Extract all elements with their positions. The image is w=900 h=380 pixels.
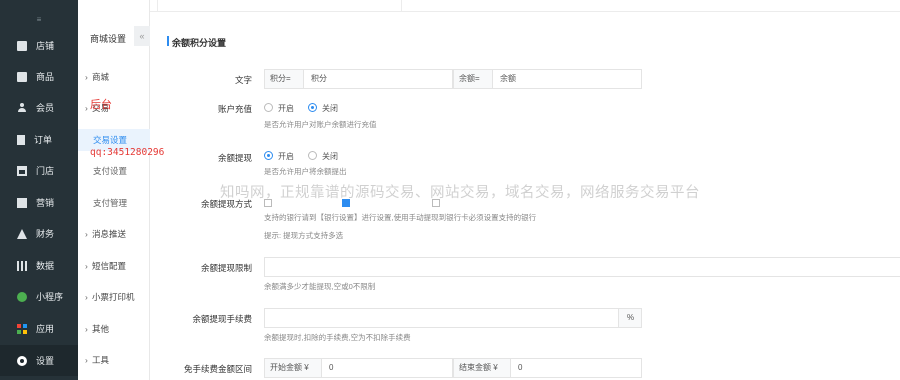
- percent-addon: %: [618, 308, 642, 328]
- withdraw-limit-label: 余额提现限制: [200, 263, 252, 273]
- chart-icon: [17, 260, 27, 271]
- collapse-subnav-button[interactable]: «: [134, 26, 150, 46]
- shop-icon: [17, 165, 27, 176]
- store-icon: [17, 40, 27, 51]
- sidebar-item-label: 订单: [34, 135, 53, 145]
- sidebar-item-label: 应用: [36, 324, 55, 334]
- withdraw-off-text: 关闭: [322, 152, 338, 161]
- sidebar-item-store[interactable]: 店铺: [0, 30, 78, 61]
- finance-icon: [17, 228, 27, 239]
- withdraw-off-radio[interactable]: [308, 151, 317, 160]
- sidebar-item-label: 数据: [36, 261, 55, 271]
- start-amount-addon: 开始金额 ¥: [264, 358, 322, 378]
- order-icon: [17, 134, 25, 145]
- gear-icon: [17, 355, 27, 366]
- end-amount-value: 0: [518, 363, 523, 372]
- end-amount-addon: 结束金额 ¥: [453, 358, 511, 378]
- subnav-group-printer[interactable]: 小票打印机: [78, 286, 150, 308]
- sidebar-item-shop[interactable]: 门店: [0, 155, 78, 186]
- red-overlay-text: 后台: [90, 98, 112, 111]
- sidebar-item-apps[interactable]: 应用: [0, 313, 78, 344]
- subnav-item-payment-settings[interactable]: 支付设置: [78, 160, 150, 182]
- start-amount-input[interactable]: 0: [321, 358, 453, 378]
- subnav-group-push[interactable]: 消息推送: [78, 223, 150, 245]
- sidebar-item-label: 会员: [36, 103, 55, 113]
- recharge-off-text: 关闭: [322, 104, 338, 113]
- top-header: [78, 0, 900, 12]
- member-icon: [17, 102, 27, 113]
- red-overlay-qq: qq:3451280296: [90, 147, 165, 158]
- sidebar-item-finance[interactable]: 财务: [0, 218, 78, 249]
- subnav-group-tools[interactable]: 工具: [78, 349, 150, 371]
- miniapp-icon: [17, 291, 27, 302]
- sidebar-item-order[interactable]: 订单: [0, 124, 78, 155]
- withdraw-help: 是否允许用户将余额提出: [264, 167, 347, 176]
- recharge-on-text: 开启: [278, 104, 294, 113]
- start-amount-value: 0: [329, 363, 334, 372]
- withdraw-limit-input[interactable]: [264, 257, 900, 277]
- end-amount-input[interactable]: 0: [510, 358, 642, 378]
- subnav-title: 商城设置: [90, 34, 127, 44]
- sidebar-item-label: 店铺: [36, 41, 55, 51]
- watermark-text: 知吗网，正规靠谱的源码交易、网站交易，域名交易，网络服务交易平台: [220, 185, 700, 201]
- sidebar-item-marketing[interactable]: 营销: [0, 187, 78, 218]
- sub-navigation: 商城设置 商城 交易 交易设置 支付设置 支付管理 消息推送 短信配置 小票打印…: [78, 0, 150, 380]
- subnav-group-trade[interactable]: 交易: [78, 97, 150, 119]
- subnav-group-mall[interactable]: 商城: [78, 66, 150, 88]
- balance-name-value: 余额: [500, 74, 516, 83]
- goods-icon: [17, 71, 27, 82]
- balance-name-input[interactable]: 余额: [492, 69, 642, 89]
- subnav-item-payment-manage[interactable]: 支付管理: [78, 192, 150, 214]
- withdraw-on-text: 开启: [278, 152, 294, 161]
- sidebar-toggle[interactable]: ≡: [0, 0, 78, 30]
- withdraw-fee-input[interactable]: [264, 308, 619, 328]
- balance-addon: 余额=: [453, 69, 493, 89]
- withdraw-fee-label: 余额提现手续费: [192, 314, 252, 324]
- main-sidebar: ≡ 店铺 商品 会员 订单 门店 营销 财务 数据 小程序 应用 设置: [0, 0, 78, 380]
- withdraw-method-help: 支持的银行请到【银行设置】进行设置,使用手动提现到银行卡必须设置支持的银行: [264, 213, 537, 222]
- withdraw-limit-help: 余额满多少才能提现,空或0不限制: [264, 282, 376, 291]
- withdraw-fee-help: 余额提现时,扣除的手续费,空为不扣除手续费: [264, 333, 411, 342]
- sidebar-item-label: 财务: [36, 229, 55, 239]
- free-range-label: 免手续费金额区间: [183, 364, 252, 374]
- sidebar-item-member[interactable]: 会员: [0, 92, 78, 123]
- sidebar-item-settings[interactable]: 设置: [0, 345, 78, 376]
- withdraw-label: 余额提现: [217, 153, 252, 163]
- sidebar-item-miniapp[interactable]: 小程序: [0, 281, 78, 312]
- recharge-help: 是否允许用户对账户余额进行充值: [264, 120, 377, 129]
- sidebar-item-label: 设置: [36, 356, 55, 366]
- sidebar-item-data[interactable]: 数据: [0, 250, 78, 281]
- points-name-value: 积分: [311, 74, 327, 83]
- points-addon: 积分=: [264, 69, 304, 89]
- section-title: 余额积分设置: [166, 36, 227, 48]
- gift-icon: [17, 197, 27, 208]
- subnav-group-sms[interactable]: 短信配置: [78, 255, 150, 277]
- recharge-off-radio[interactable]: [308, 103, 317, 112]
- sidebar-item-label: 营销: [36, 198, 55, 208]
- subnav-group-other[interactable]: 其他: [78, 318, 150, 340]
- withdraw-on-radio[interactable]: [264, 151, 273, 160]
- points-name-input[interactable]: 积分: [303, 69, 453, 89]
- sidebar-item-label: 商品: [36, 72, 55, 82]
- text-row-label: 文字: [234, 75, 252, 85]
- sidebar-item-label: 门店: [36, 166, 55, 176]
- apps-icon: [17, 323, 27, 334]
- sidebar-item-label: 小程序: [36, 292, 64, 302]
- sidebar-item-goods[interactable]: 商品: [0, 61, 78, 92]
- recharge-on-radio[interactable]: [264, 103, 273, 112]
- withdraw-method-tip: 提示: 提现方式支持多选: [264, 231, 344, 240]
- header-segment: [158, 0, 402, 12]
- recharge-label: 账户充值: [217, 104, 252, 114]
